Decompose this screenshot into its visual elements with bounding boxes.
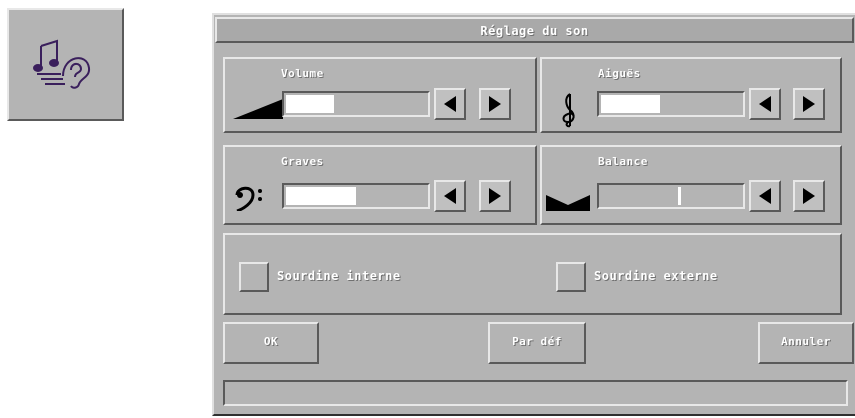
volume-slider-fill: [286, 95, 334, 113]
cancel-button[interactable]: Annuler: [758, 322, 854, 364]
mute-internal-label: Sourdine interne: [277, 269, 401, 283]
bass-panel: Graves: [223, 145, 537, 225]
arrow-right-icon: [489, 188, 501, 204]
mute-external-label: Sourdine externe: [594, 269, 718, 283]
arrow-left-icon: [759, 188, 771, 204]
mute-internal-checkbox[interactable]: [239, 262, 269, 292]
arrow-left-icon: [444, 96, 456, 112]
bass-label: Graves: [281, 155, 324, 168]
treble-label: Aiguës: [598, 67, 641, 80]
bass-clef-icon: [235, 186, 262, 211]
treble-decrease-button[interactable]: [749, 88, 781, 120]
volume-label: Volume: [281, 67, 324, 80]
volume-decrease-button[interactable]: [434, 88, 466, 120]
app-launcher-icon[interactable]: [7, 8, 124, 121]
arrow-left-icon: [444, 188, 456, 204]
arrow-left-icon: [759, 96, 771, 112]
volume-ramp-icon: [233, 99, 283, 119]
volume-increase-button[interactable]: [479, 88, 511, 120]
bass-slider-fill: [286, 187, 356, 205]
music-ear-icon: [33, 39, 91, 89]
bass-decrease-button[interactable]: [434, 180, 466, 212]
mute-external-checkbox[interactable]: [556, 262, 586, 292]
bass-slider[interactable]: [282, 183, 430, 209]
arrow-right-icon: [489, 96, 501, 112]
ok-button-label: OK: [263, 335, 279, 348]
balance-label: Balance: [598, 155, 648, 168]
dialog-titlebar[interactable]: Réglage du son: [215, 17, 854, 43]
arrow-right-icon: [803, 188, 815, 204]
default-button-label: Par déf: [512, 335, 562, 348]
balance-slider-marker: [678, 187, 681, 205]
treble-clef-icon: [562, 93, 575, 128]
ok-button[interactable]: OK: [223, 322, 319, 364]
balance-right-button[interactable]: [793, 180, 825, 212]
cancel-button-label: Annuler: [781, 335, 831, 348]
volume-panel: Volume: [223, 57, 537, 133]
balance-slider[interactable]: [597, 183, 745, 209]
balance-panel: Balance: [540, 145, 842, 225]
default-button[interactable]: Par déf: [488, 322, 586, 364]
treble-slider-fill: [601, 95, 660, 113]
treble-panel: Aiguës: [540, 57, 842, 133]
bass-increase-button[interactable]: [479, 180, 511, 212]
mute-panel: Sourdine interne Sourdine externe: [223, 233, 842, 315]
volume-slider[interactable]: [282, 91, 430, 117]
arrow-right-icon: [803, 96, 815, 112]
sound-settings-dialog: Réglage du son Volume Aiguës Graves Bala…: [212, 13, 855, 416]
balance-left-button[interactable]: [749, 180, 781, 212]
status-bar: [223, 380, 848, 406]
balance-notch-icon: [546, 195, 590, 211]
treble-increase-button[interactable]: [793, 88, 825, 120]
dialog-title: Réglage du son: [480, 24, 589, 38]
treble-slider[interactable]: [597, 91, 745, 117]
